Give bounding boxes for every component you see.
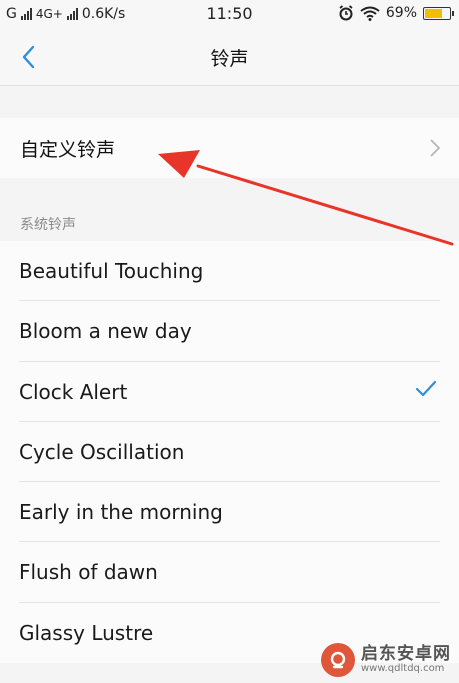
ringtone-item[interactable]: Bloom a new day — [0, 301, 459, 362]
checkmark-icon — [415, 380, 437, 396]
status-right: 69% — [338, 5, 454, 21]
ringtone-item[interactable]: Early in the morning — [0, 482, 459, 543]
back-button[interactable] — [14, 42, 44, 72]
ringtone-name: Cycle Oscillation — [19, 439, 185, 464]
system-ringtones-title: 系统铃声 — [20, 217, 76, 233]
ringtone-name: Clock Alert — [19, 379, 128, 404]
wifi-icon — [360, 6, 380, 21]
battery-icon — [423, 6, 454, 20]
watermark: 启东安卓网 www.qdltdq.com — [321, 643, 451, 677]
watermark-name: 启东安卓网 — [361, 643, 451, 664]
watermark-url: www.qdltdq.com — [361, 662, 445, 674]
ringtone-item-selected[interactable]: Clock Alert — [0, 362, 459, 422]
status-bar: G 4G+ 0.6K/s 11:50 69% — [0, 0, 459, 28]
chevron-left-icon — [22, 45, 35, 69]
chevron-right-icon — [430, 139, 441, 157]
ringtone-name: Early in the morning — [19, 500, 223, 525]
ringtone-name: Glassy Lustre — [19, 620, 154, 645]
watermark-text: 启东安卓网 www.qdltdq.com — [361, 643, 451, 674]
header: 铃声 — [0, 28, 459, 86]
alarm-icon — [339, 5, 353, 21]
battery-percent: 69% — [385, 5, 417, 21]
page-title: 铃声 — [210, 48, 249, 70]
ringtone-list: Beautiful Touching Bloom a new day Clock… — [0, 241, 459, 664]
watermark-logo-icon — [321, 643, 355, 677]
ringtone-item[interactable]: Flush of dawn — [0, 542, 459, 603]
ringtone-name: Bloom a new day — [19, 319, 192, 344]
custom-ringtone-label: 自定义铃声 — [20, 139, 116, 161]
battery-fill — [425, 8, 442, 18]
ringtone-name: Flush of dawn — [19, 560, 158, 585]
ringtone-item[interactable]: Cycle Oscillation — [0, 422, 459, 483]
ringtone-name: Beautiful Touching — [19, 259, 204, 283]
custom-ringtone-row[interactable]: 自定义铃声 — [0, 118, 459, 178]
ringtone-item[interactable]: Beautiful Touching — [0, 241, 459, 302]
